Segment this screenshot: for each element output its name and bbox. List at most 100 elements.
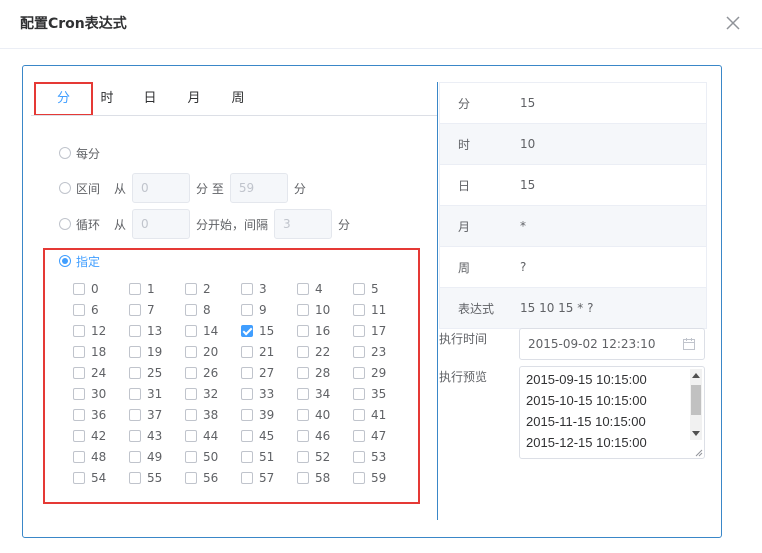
checkbox-box[interactable] [129,471,141,484]
checkbox-box[interactable] [73,324,85,337]
minute-checkbox-22[interactable]: 22 [297,341,353,362]
checkbox-box[interactable] [353,282,365,295]
minute-checkbox-56[interactable]: 56 [185,467,241,488]
loop-start-input[interactable]: 0 [132,209,191,239]
minute-checkbox-39[interactable]: 39 [241,404,297,425]
minute-checkbox-55[interactable]: 55 [129,467,185,488]
scroll-up-icon[interactable] [692,373,700,378]
tab-minute[interactable]: 分 [34,82,93,116]
minute-checkbox-20[interactable]: 20 [185,341,241,362]
checkbox-box[interactable] [129,450,141,463]
checkbox-box[interactable] [297,408,309,421]
minute-checkbox-40[interactable]: 40 [297,404,353,425]
minute-checkbox-44[interactable]: 44 [185,425,241,446]
radio-loop[interactable] [59,218,71,230]
minute-checkbox-4[interactable]: 4 [297,278,353,299]
checkbox-box[interactable] [241,387,253,400]
minute-checkbox-47[interactable]: 47 [353,425,409,446]
minute-checkbox-26[interactable]: 26 [185,362,241,383]
checkbox-box[interactable] [185,282,197,295]
minute-checkbox-45[interactable]: 45 [241,425,297,446]
minute-checkbox-23[interactable]: 23 [353,341,409,362]
calendar-icon[interactable] [682,337,696,351]
minute-checkbox-37[interactable]: 37 [129,404,185,425]
minute-checkbox-48[interactable]: 48 [73,446,129,467]
checkbox-box[interactable] [353,303,365,316]
minute-checkbox-52[interactable]: 52 [297,446,353,467]
minute-checkbox-28[interactable]: 28 [297,362,353,383]
checkbox-box[interactable] [353,408,365,421]
minute-checkbox-6[interactable]: 6 [73,299,129,320]
checkbox-box[interactable] [129,282,141,295]
checkbox-box[interactable] [73,345,85,358]
range-start-input[interactable]: 0 [132,173,191,203]
minute-checkbox-24[interactable]: 24 [73,362,129,383]
minute-checkbox-34[interactable]: 34 [297,383,353,404]
checkbox-box[interactable] [73,429,85,442]
checkbox-box[interactable] [241,282,253,295]
tab-day[interactable]: 日 [138,82,162,116]
minute-checkbox-54[interactable]: 54 [73,467,129,488]
minute-checkbox-21[interactable]: 21 [241,341,297,362]
minute-checkbox-12[interactable]: 12 [73,320,129,341]
checkbox-box[interactable] [185,324,197,337]
checkbox-box[interactable] [353,324,365,337]
minute-checkbox-8[interactable]: 8 [185,299,241,320]
preview-scrollbar[interactable] [690,369,702,440]
minute-checkbox-57[interactable]: 57 [241,467,297,488]
checkbox-box[interactable] [297,345,309,358]
checkbox-box[interactable] [297,366,309,379]
checkbox-box[interactable] [73,408,85,421]
tab-week[interactable]: 周 [226,82,250,116]
minute-checkbox-51[interactable]: 51 [241,446,297,467]
checkbox-box[interactable] [73,471,85,484]
exec-time-input[interactable]: 2015-09-02 12:23:10 [519,328,705,360]
minute-checkbox-31[interactable]: 31 [129,383,185,404]
tab-hour[interactable]: 时 [95,82,119,116]
checkbox-box[interactable] [353,345,365,358]
range-end-input[interactable]: 59 [229,173,288,203]
checkbox-box[interactable] [297,471,309,484]
checkbox-box[interactable] [297,450,309,463]
checkbox-box[interactable] [129,429,141,442]
checkbox-box[interactable] [185,366,197,379]
minute-checkbox-11[interactable]: 11 [353,299,409,320]
minute-checkbox-41[interactable]: 41 [353,404,409,425]
minute-checkbox-42[interactable]: 42 [73,425,129,446]
loop-interval-input[interactable]: 3 [274,209,333,239]
checkbox-box[interactable] [73,366,85,379]
minute-checkbox-2[interactable]: 2 [185,278,241,299]
minute-checkbox-33[interactable]: 33 [241,383,297,404]
checkbox-box[interactable] [185,429,197,442]
checkbox-box[interactable] [185,303,197,316]
checkbox-box[interactable] [129,366,141,379]
minute-checkbox-1[interactable]: 1 [129,278,185,299]
minute-checkbox-14[interactable]: 14 [185,320,241,341]
option-every[interactable]: 每分 [59,137,114,169]
checkbox-box[interactable] [297,324,309,337]
checkbox-box[interactable] [241,429,253,442]
radio-every[interactable] [59,147,71,159]
exec-preview-textarea[interactable]: 2015-09-15 10:15:00 2015-10-15 10:15:00 … [519,366,705,459]
minute-checkbox-32[interactable]: 32 [185,383,241,404]
checkbox-box[interactable] [185,387,197,400]
checkbox-box[interactable] [241,303,253,316]
minute-checkbox-53[interactable]: 53 [353,446,409,467]
minute-checkbox-35[interactable]: 35 [353,383,409,404]
minute-checkbox-18[interactable]: 18 [73,341,129,362]
checkbox-box[interactable] [73,387,85,400]
minute-checkbox-58[interactable]: 58 [297,467,353,488]
checkbox-box[interactable] [73,303,85,316]
minute-checkbox-15[interactable]: 15 [241,320,297,341]
minute-checkbox-25[interactable]: 25 [129,362,185,383]
checkbox-box[interactable] [353,366,365,379]
checkbox-box[interactable] [241,324,253,337]
minute-checkbox-38[interactable]: 38 [185,404,241,425]
checkbox-box[interactable] [241,408,253,421]
minute-checkbox-43[interactable]: 43 [129,425,185,446]
checkbox-box[interactable] [297,387,309,400]
checkbox-box[interactable] [353,450,365,463]
checkbox-box[interactable] [297,303,309,316]
minute-checkbox-30[interactable]: 30 [73,383,129,404]
minute-checkbox-19[interactable]: 19 [129,341,185,362]
